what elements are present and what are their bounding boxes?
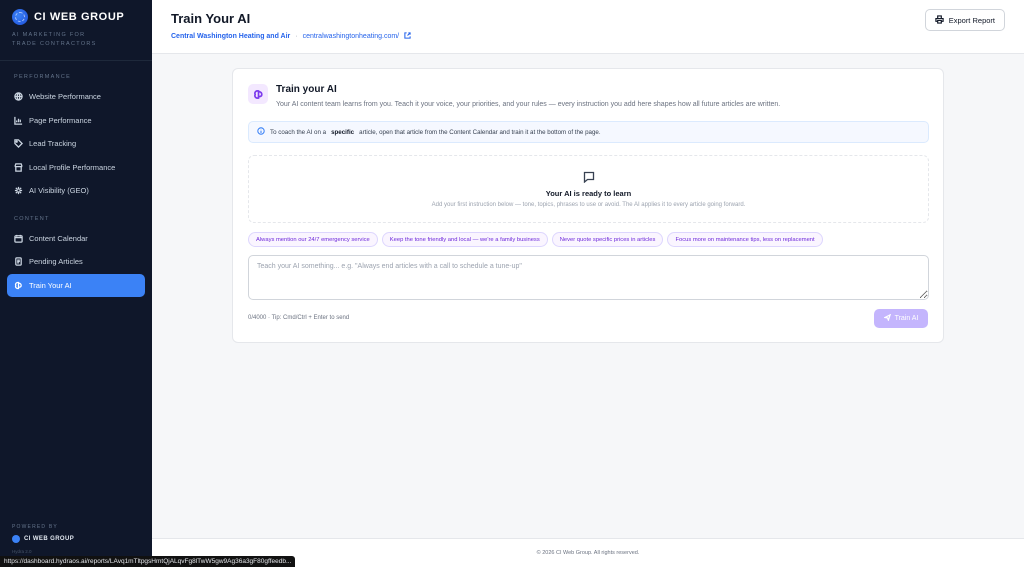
tag-icon [14, 139, 23, 149]
sidebar: CI WEB GROUP AI MARKETING FOR TRADE CONT… [0, 0, 152, 567]
info-suffix: article, open that article from the Cont… [359, 128, 601, 136]
page-header: Train Your AI Central Washington Heating… [152, 0, 1024, 54]
suggestion-chips: Always mention our 24/7 emergency servic… [248, 232, 823, 247]
section-label-content: CONTENT [14, 215, 50, 222]
sidebar-item-pending-articles[interactable]: Pending Articles [0, 250, 152, 274]
info-icon [257, 127, 265, 137]
export-report-button[interactable]: Export Report [924, 9, 1005, 31]
teach-ai-input[interactable] [248, 255, 929, 300]
sidebar-item-train-your-ai[interactable]: Train Your AI [7, 273, 145, 297]
info-bold: specific [331, 128, 355, 136]
sidebar-item-content-calendar[interactable]: Content Calendar [0, 227, 152, 251]
client-url-link[interactable]: centralwashingtonheating.com/ [303, 33, 400, 40]
sidebar-item-label: Page Performance [29, 115, 92, 125]
sidebar-item-label: Train Your AI [29, 280, 72, 290]
sidebar-item-local-profile-performance[interactable]: Local Profile Performance [0, 156, 152, 180]
powered-by-brand[interactable]: CI WEB GROUP [12, 535, 74, 543]
sidebar-item-label: Lead Tracking [29, 139, 77, 149]
storefront-icon [14, 163, 23, 172]
sidebar-item-page-performance[interactable]: Page Performance [0, 109, 152, 133]
empty-state-title: Your AI is ready to learn [545, 189, 632, 198]
sidebar-item-label: Content Calendar [29, 233, 88, 243]
section-label-performance: PERFORMANCE [14, 74, 72, 80]
version-label: Hydra 2.0 [12, 549, 32, 554]
status-bar-url: https://dashboard.hydraos.ai/reports/LAv… [0, 556, 296, 567]
brand-logo-icon [12, 9, 28, 25]
empty-state-subtitle: Add your first instruction below — tone,… [431, 202, 746, 208]
send-icon [882, 313, 891, 323]
sidebar-item-label: Website Performance [29, 92, 101, 102]
suggestion-chip[interactable]: Always mention our 24/7 emergency servic… [248, 232, 378, 247]
powered-by-name: CI WEB GROUP [24, 536, 75, 542]
brain-icon [248, 84, 268, 104]
page-title: Train Your AI [171, 11, 251, 26]
sidebar-item-website-performance[interactable]: Website Performance [0, 85, 152, 109]
sidebar-item-label: AI Visibility (GEO) [29, 186, 89, 196]
powered-logo-icon [12, 535, 20, 543]
sidebar-item-ai-visibility[interactable]: AI Visibility (GEO) [0, 179, 152, 203]
sidebar-item-label: Local Profile Performance [29, 162, 116, 172]
sparkles-icon [14, 186, 23, 195]
info-banner: To coach the AI on a specific article, o… [248, 121, 929, 143]
suggestion-chip[interactable]: Keep the tone friendly and local — we're… [381, 232, 548, 247]
info-prefix: To coach the AI on a [270, 128, 327, 136]
card-title: Train your AI [276, 84, 337, 95]
client-info: Central Washington Heating and Air · cen… [171, 32, 411, 41]
powered-by: POWERED BY CI WEB GROUP [12, 524, 74, 543]
bar-chart-icon [14, 116, 23, 125]
brand[interactable]: CI WEB GROUP [0, 0, 152, 25]
brand-tagline: AI MARKETING FOR TRADE CONTRACTORS [12, 32, 97, 47]
brain-icon [14, 281, 23, 290]
card-description: Your AI content team learns from you. Te… [276, 101, 781, 108]
train-ai-label: Train AI [894, 315, 919, 322]
suggestion-chip[interactable]: Focus more on maintenance tips, less on … [667, 232, 823, 247]
brand-name: CI WEB GROUP [34, 11, 125, 23]
train-ai-card: Train your AI Your AI content team learn… [232, 68, 944, 343]
printer-icon [935, 14, 944, 26]
character-counter: 0/4000 · Tip: Cmd/Ctrl + Enter to send [248, 315, 350, 321]
suggestion-chip[interactable]: Never quote specific prices in articles [551, 232, 664, 247]
article-icon [14, 257, 23, 266]
sidebar-item-label: Pending Articles [29, 257, 83, 267]
chat-bubble-icon [583, 170, 595, 188]
external-link-icon[interactable] [404, 32, 411, 41]
client-name: Central Washington Heating and Air [171, 33, 291, 40]
globe-icon [14, 92, 23, 101]
train-ai-button[interactable]: Train AI [874, 309, 928, 328]
export-report-label: Export Report [948, 15, 995, 25]
calendar-icon [14, 234, 23, 243]
sidebar-item-lead-tracking[interactable]: Lead Tracking [0, 132, 152, 156]
powered-by-label: POWERED BY [12, 524, 58, 530]
empty-state: Your AI is ready to learn Add your first… [248, 155, 929, 223]
separator: · [295, 33, 298, 40]
